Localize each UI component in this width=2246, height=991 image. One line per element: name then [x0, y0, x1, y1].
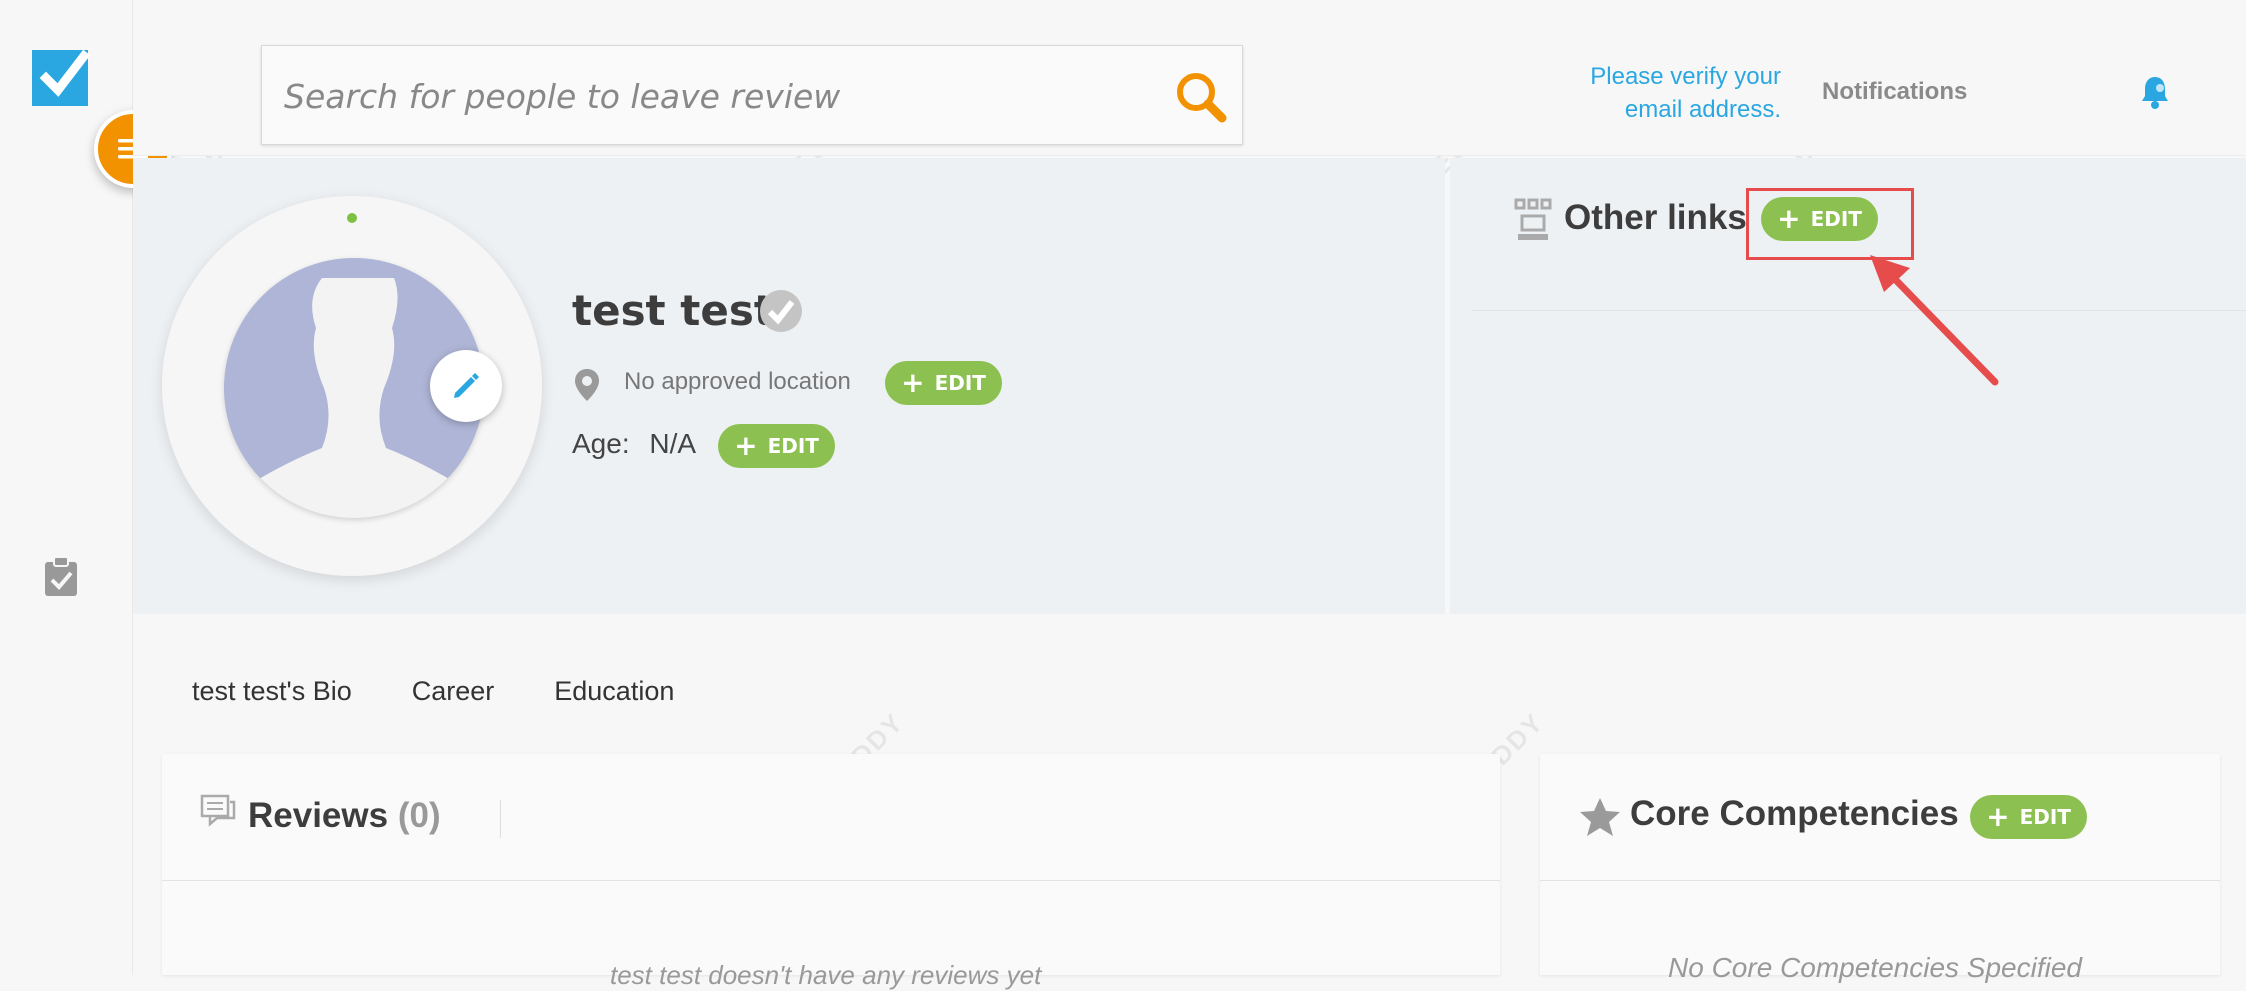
pencil-icon [454, 373, 479, 398]
tab-career[interactable]: Career [412, 676, 495, 707]
plus-icon: + [734, 429, 758, 462]
age-value: N/A [649, 428, 697, 459]
clipboard-check-icon[interactable] [43, 556, 79, 596]
bell-icon[interactable] [2140, 74, 2170, 110]
location-pin-icon [575, 369, 599, 401]
online-status-dot [347, 213, 357, 223]
search-icon[interactable] [1174, 70, 1228, 124]
tab-bio[interactable]: test test's Bio [192, 676, 352, 707]
notifications-label[interactable]: Notifications [1822, 78, 1967, 106]
app-logo-icon[interactable] [32, 46, 92, 106]
plus-icon: + [1986, 800, 2010, 833]
annotation-arrow-icon [1870, 255, 1999, 386]
plus-icon: + [901, 366, 925, 399]
reviews-title: Reviews (0) [248, 796, 441, 836]
edit-avatar-button[interactable] [430, 350, 502, 422]
edit-location-button[interactable]: + EDIT [885, 361, 1002, 405]
tab-education[interactable]: Education [554, 676, 674, 707]
core-competencies-card [1540, 754, 2220, 975]
verify-email-link[interactable]: Please verify your email address. [1545, 60, 1781, 126]
reviews-title-label: Reviews [248, 796, 389, 835]
star-icon [1580, 798, 1620, 836]
edit-age-label: EDIT [767, 434, 819, 458]
core-competencies-title: Core Competencies [1630, 794, 1959, 833]
divider [1540, 880, 2220, 881]
location-text: No approved location [624, 368, 851, 395]
search-input[interactable] [282, 66, 1166, 126]
edit-core-competencies-button[interactable]: + EDIT [1970, 795, 2087, 839]
verify-email-line2: email address. [1624, 96, 1781, 123]
divider [162, 880, 1500, 881]
reviews-count: (0) [397, 796, 441, 835]
edit-age-button[interactable]: + EDIT [718, 424, 835, 468]
comments-icon [200, 794, 236, 827]
divider [500, 800, 501, 838]
age-label: Age: [572, 428, 630, 459]
edit-core-competencies-label: EDIT [2019, 805, 2071, 829]
profile-tabs: test test's Bio Career Education [192, 676, 674, 707]
search-bar [261, 45, 1243, 145]
core-competencies-empty-message: No Core Competencies Specified [1668, 952, 2082, 983]
reviews-card [162, 754, 1500, 975]
verified-check-icon [760, 290, 802, 332]
other-links-title: Other links [1564, 198, 1747, 237]
divider [1472, 310, 2246, 311]
reviews-empty-message: test test doesn't have any reviews yet [610, 960, 1042, 990]
profile-name: test test [572, 286, 774, 335]
age-row: Age: N/A [572, 428, 696, 460]
edit-location-label: EDIT [934, 371, 986, 395]
links-tree-icon [1514, 198, 1552, 240]
verify-email-line1: Please verify your [1590, 63, 1781, 90]
